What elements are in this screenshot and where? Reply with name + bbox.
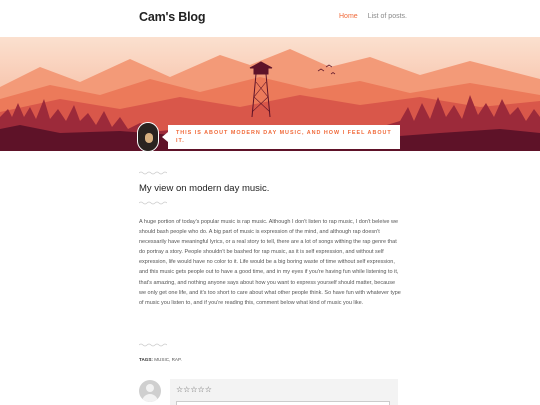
divider-wave (139, 171, 167, 175)
comment-input[interactable] (176, 401, 390, 405)
author-avatar (137, 122, 159, 151)
divider-wave (139, 201, 167, 205)
star-rating[interactable]: ☆☆☆☆☆ (176, 385, 212, 394)
hero-banner: This is about modern day music, and how … (0, 37, 540, 151)
main-nav: Home List of posts. (339, 13, 407, 20)
post-body: A huge portion of today's popular music … (139, 219, 401, 306)
divider-wave (139, 343, 167, 347)
site-tagline: This is about modern day music, and how … (176, 130, 392, 144)
tags-label: TAGS: (139, 357, 153, 362)
nav-item-home[interactable]: Home (339, 13, 358, 20)
site-header: Cam's Blog Home List of posts. (0, 0, 540, 37)
avatar-icon (139, 380, 161, 402)
post-title[interactable]: My view on modern day music. (139, 183, 269, 194)
nav-item-list-of-posts[interactable]: List of posts. (368, 13, 407, 20)
tagline-bubble: This is about modern day music, and how … (162, 125, 400, 149)
tags-list[interactable]: MUSIC, RAP. (154, 357, 181, 362)
site-title[interactable]: Cam's Blog (139, 10, 205, 24)
post-tags: TAGS: MUSIC, RAP. (139, 357, 182, 362)
comment-form: ☆☆☆☆☆ (170, 379, 398, 405)
